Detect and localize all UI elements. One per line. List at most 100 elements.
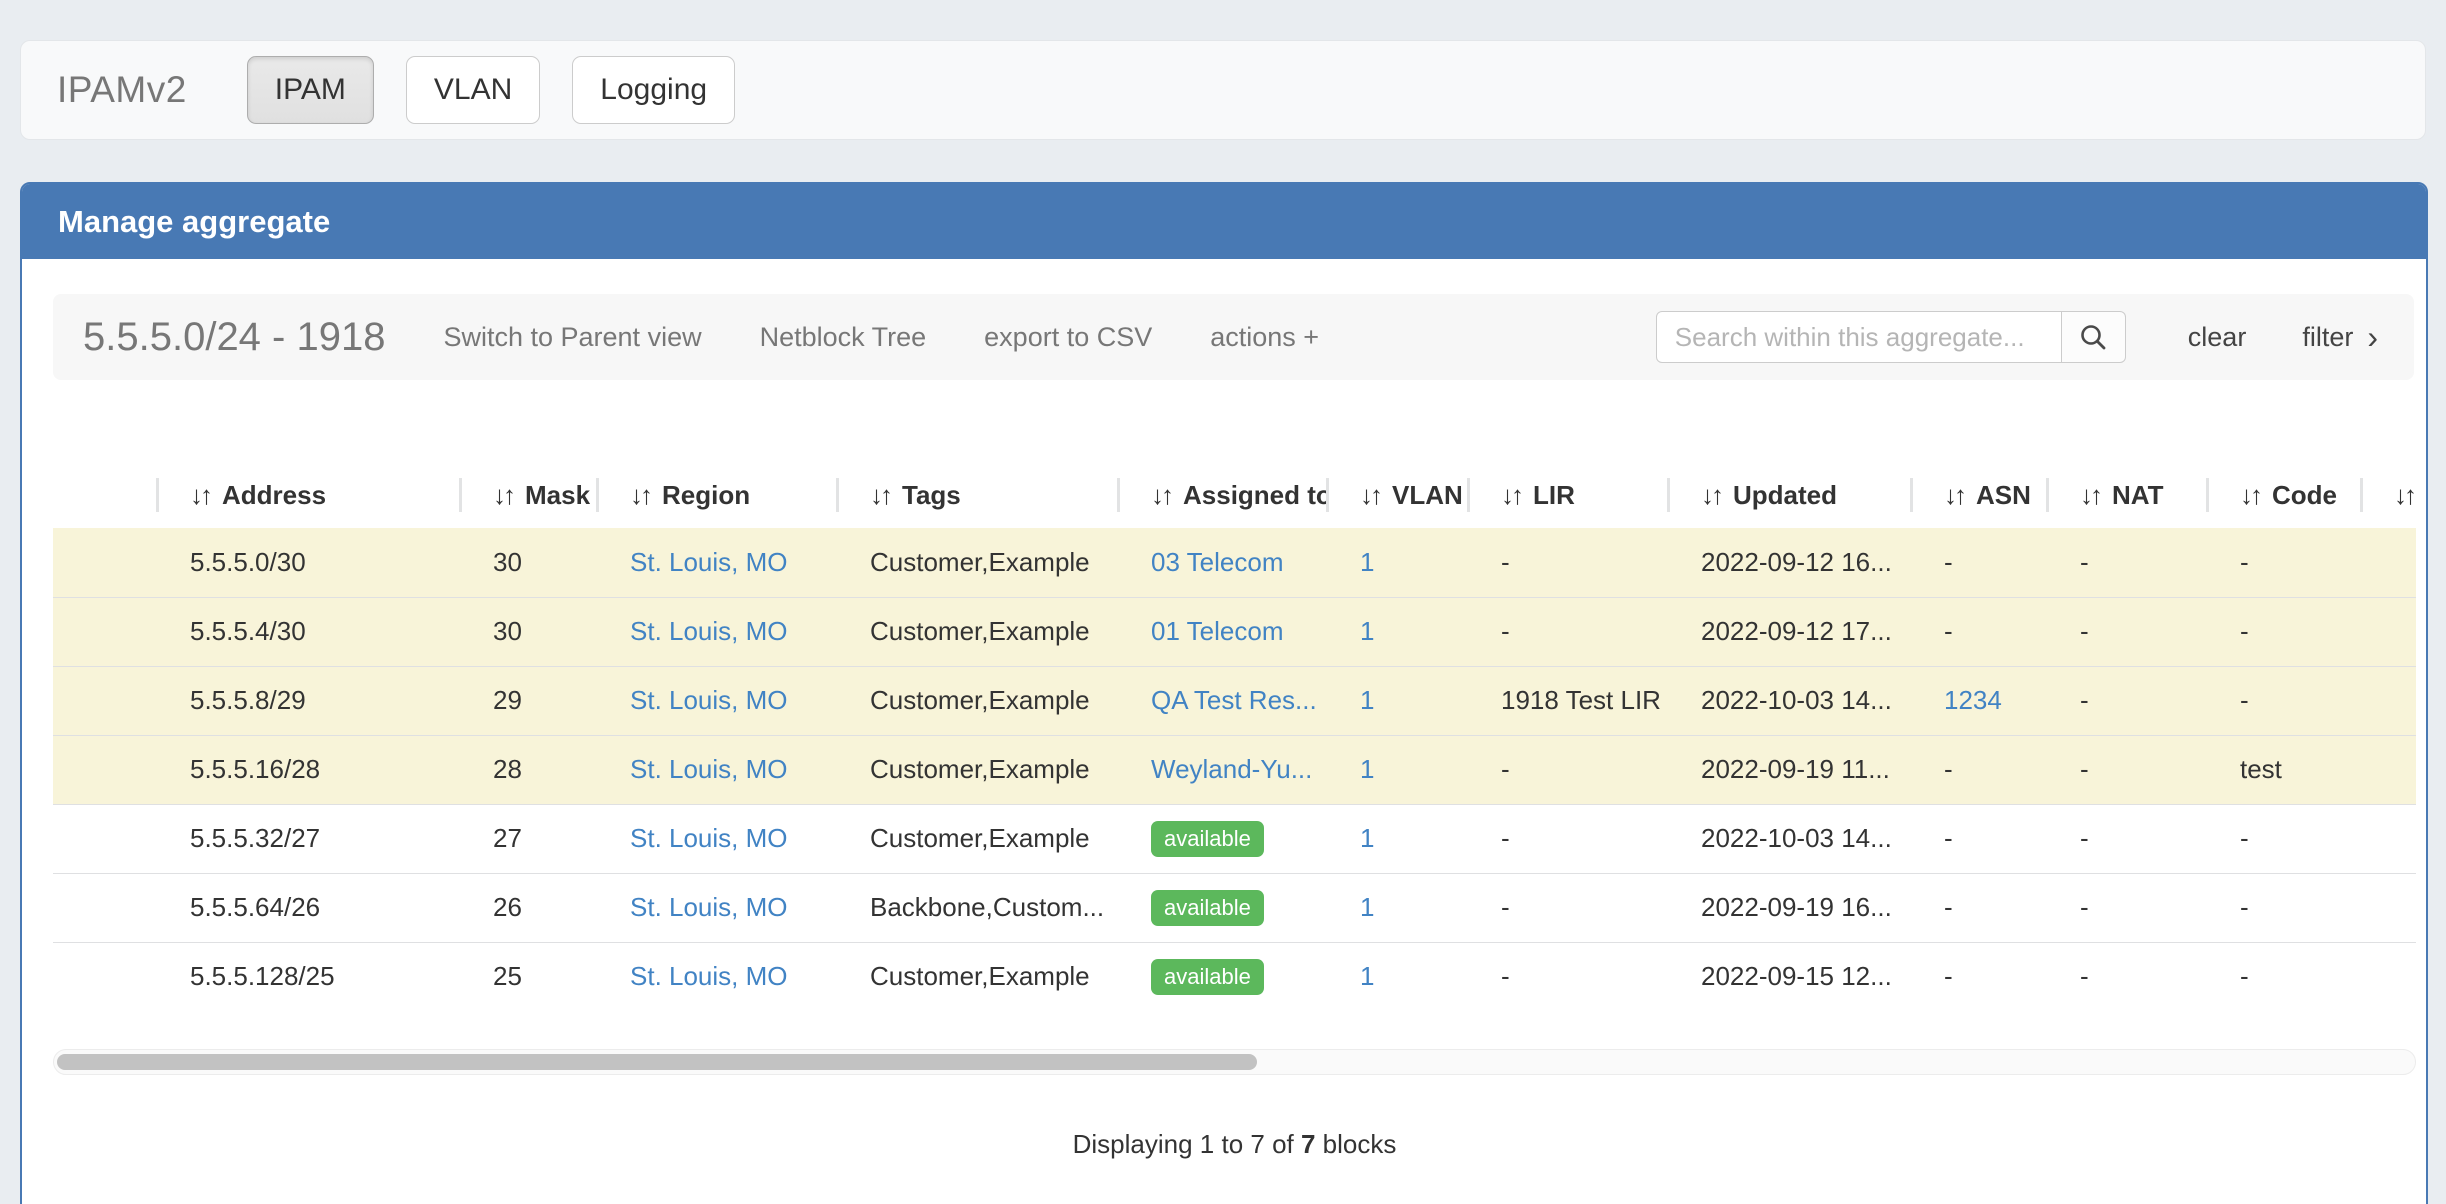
table-row: 5.5.5.16/28 28 St. Louis, MO Customer,Ex…: [53, 735, 2416, 804]
vlan-link[interactable]: 1: [1360, 892, 1374, 922]
vlan-link[interactable]: 1: [1360, 685, 1374, 715]
column-header-code[interactable]: ↓↑Code: [2206, 462, 2360, 528]
search-button[interactable]: [2062, 311, 2126, 363]
column-header-asn[interactable]: ↓↑ ASN: [1910, 462, 2046, 528]
cell-asn: -: [1910, 735, 2046, 804]
vlan-link[interactable]: 1: [1360, 547, 1374, 577]
column-label: ASN: [1976, 480, 2031, 510]
region-link[interactable]: St. Louis, MO: [630, 616, 788, 646]
horizontal-scrollbar-track[interactable]: [53, 1049, 2416, 1075]
cell-mask: 29: [459, 666, 596, 735]
cell-spacer: [53, 666, 156, 735]
cell-mask: 28: [459, 735, 596, 804]
column-header-assigned-to[interactable]: ↓↑ Assigned to: [1117, 462, 1326, 528]
sort-icon: ↓↑: [2080, 480, 2100, 510]
filter-link-label: filter: [2302, 322, 2353, 353]
assigned-to-link[interactable]: 03 Telecom: [1151, 547, 1284, 577]
asn-link[interactable]: 1234: [1944, 685, 2002, 715]
cell-region: St. Louis, MO: [596, 942, 836, 1011]
actions-menu-link[interactable]: actions +: [1210, 322, 1319, 353]
cell-clipped: [2360, 873, 2416, 942]
cell-spacer: [53, 597, 156, 666]
cell-tags: Customer,Example: [836, 528, 1117, 597]
sort-icon: ↓↑: [1151, 480, 1171, 510]
cell-vlan: 1: [1326, 873, 1467, 942]
region-link[interactable]: St. Louis, MO: [630, 754, 788, 784]
column-header-region[interactable]: ↓↑Region: [596, 462, 836, 528]
cell-region: St. Louis, MO: [596, 804, 836, 873]
column-header-clipped[interactable]: ↓↑: [2360, 462, 2416, 528]
region-link[interactable]: St. Louis, MO: [630, 547, 788, 577]
netblock-table-scroll-area: ↓↑Address ↓↑ Mask ↓↑Region ↓↑Tags ↓↑ Assig…: [53, 462, 2416, 1011]
cell-lir: -: [1467, 528, 1667, 597]
netblock-tree-link[interactable]: Netblock Tree: [760, 322, 927, 353]
cell-updated: 2022-09-12 17...: [1667, 597, 1910, 666]
sort-icon: ↓↑: [493, 480, 513, 510]
nav-tab-logging-label: Logging: [600, 73, 707, 107]
filter-link[interactable]: filter ›: [2302, 321, 2378, 353]
footer-prefix: Displaying 1 to 7 of: [1073, 1129, 1301, 1159]
panel-title: Manage aggregate: [58, 204, 330, 240]
vlan-link[interactable]: 1: [1360, 961, 1374, 991]
cell-spacer: [53, 873, 156, 942]
cell-nat: -: [2046, 873, 2206, 942]
cell-region: St. Louis, MO: [596, 873, 836, 942]
cell-updated: 2022-10-03 14...: [1667, 804, 1910, 873]
sort-icon: ↓↑: [1944, 480, 1964, 510]
column-header-vlan[interactable]: ↓↑VLAN: [1326, 462, 1467, 528]
column-header-lir[interactable]: ↓↑LIR: [1467, 462, 1667, 528]
column-label: Mask: [525, 480, 590, 510]
cell-region: St. Louis, MO: [596, 597, 836, 666]
cell-vlan: 1: [1326, 942, 1467, 1011]
cell-updated: 2022-09-12 16...: [1667, 528, 1910, 597]
aggregate-title: 5.5.5.0/24 - 1918: [83, 315, 385, 360]
assigned-to-link[interactable]: QA Test Res...: [1151, 685, 1317, 715]
region-link[interactable]: St. Louis, MO: [630, 961, 788, 991]
cell-nat: -: [2046, 942, 2206, 1011]
table-row: 5.5.5.64/26 26 St. Louis, MO Backbone,Cu…: [53, 873, 2416, 942]
search-group: clear filter ›: [1656, 311, 2386, 363]
cell-address: 5.5.5.4/30: [156, 597, 459, 666]
nav-tab-logging[interactable]: Logging: [572, 56, 735, 124]
column-header-nat[interactable]: ↓↑NAT: [2046, 462, 2206, 528]
cell-asn: -: [1910, 804, 2046, 873]
vlan-link[interactable]: 1: [1360, 754, 1374, 784]
assigned-to-link[interactable]: Weyland-Yu...: [1151, 754, 1312, 784]
header-spacer: [53, 462, 156, 528]
column-header-address[interactable]: ↓↑Address: [156, 462, 459, 528]
cell-asn: -: [1910, 528, 2046, 597]
clear-link[interactable]: clear: [2188, 322, 2247, 353]
region-link[interactable]: St. Louis, MO: [630, 823, 788, 853]
cell-tags: Customer,Example: [836, 804, 1117, 873]
column-header-updated[interactable]: ↓↑Updated: [1667, 462, 1910, 528]
table-header-row: ↓↑Address ↓↑ Mask ↓↑Region ↓↑Tags ↓↑ Assig…: [53, 462, 2416, 528]
vlan-link[interactable]: 1: [1360, 823, 1374, 853]
export-csv-link[interactable]: export to CSV: [984, 322, 1152, 353]
search-input[interactable]: [1656, 311, 2062, 363]
column-label: Assigned to: [1183, 480, 1326, 510]
cell-mask: 25: [459, 942, 596, 1011]
cell-spacer: [53, 804, 156, 873]
region-link[interactable]: St. Louis, MO: [630, 892, 788, 922]
sort-icon: ↓↑: [1501, 480, 1521, 510]
switch-parent-view-link[interactable]: Switch to Parent view: [443, 322, 701, 353]
vlan-link[interactable]: 1: [1360, 616, 1374, 646]
assigned-to-link[interactable]: 01 Telecom: [1151, 616, 1284, 646]
nav-tab-vlan[interactable]: VLAN: [406, 56, 540, 124]
horizontal-scrollbar-thumb[interactable]: [57, 1054, 1257, 1070]
cell-clipped: [2360, 942, 2416, 1011]
region-link[interactable]: St. Louis, MO: [630, 685, 788, 715]
cell-tags: Customer,Example: [836, 597, 1117, 666]
cell-asn: -: [1910, 942, 2046, 1011]
cell-clipped: [2360, 804, 2416, 873]
column-header-mask[interactable]: ↓↑ Mask: [459, 462, 596, 528]
table-row: 5.5.5.32/27 27 St. Louis, MO Customer,Ex…: [53, 804, 2416, 873]
cell-address: 5.5.5.16/28: [156, 735, 459, 804]
cell-vlan: 1: [1326, 597, 1467, 666]
cell-clipped: [2360, 528, 2416, 597]
table-footer-status: Displaying 1 to 7 of 7 blocks: [53, 1129, 2416, 1160]
table-row: 5.5.5.4/30 30 St. Louis, MO Customer,Exa…: [53, 597, 2416, 666]
column-header-tags[interactable]: ↓↑Tags: [836, 462, 1117, 528]
nav-tab-ipam[interactable]: IPAM: [247, 56, 374, 124]
footer-suffix: blocks: [1315, 1129, 1396, 1159]
